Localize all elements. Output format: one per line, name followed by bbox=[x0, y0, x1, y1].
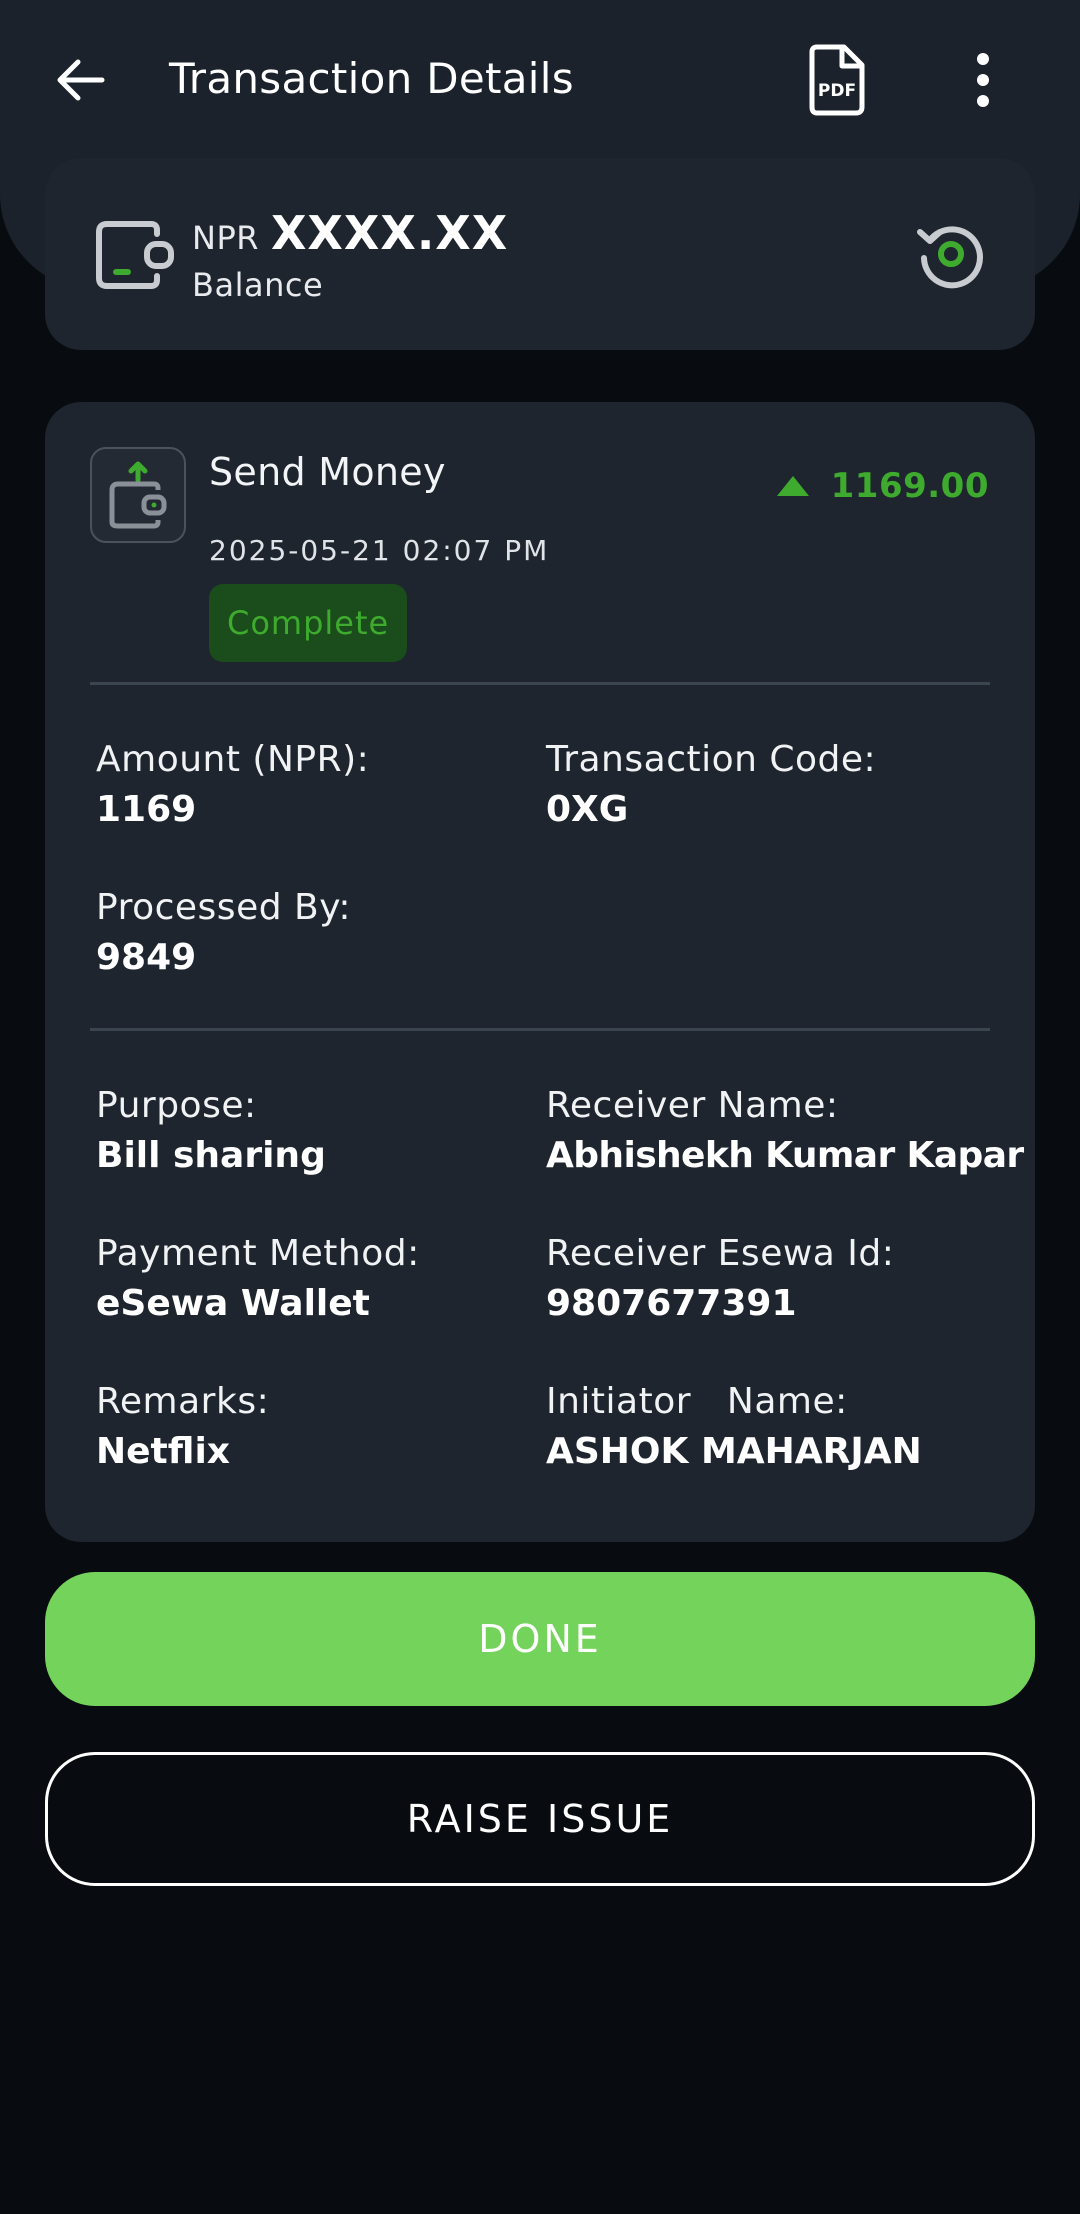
divider bbox=[90, 682, 990, 685]
redacted-block bbox=[628, 793, 769, 829]
field-label: Receiver Esewa Id: bbox=[546, 1233, 895, 1274]
field-value: 9849 bbox=[96, 933, 536, 983]
field-label: Transaction Code: bbox=[546, 739, 877, 780]
transaction-card: Send Money 2025-05-21 02:07 PM Complete … bbox=[45, 402, 1035, 1542]
field-value: 1169 bbox=[96, 789, 197, 830]
field-label: Receiver Name: bbox=[546, 1085, 839, 1126]
more-options-button[interactable] bbox=[955, 40, 1011, 120]
field-label: Remarks: bbox=[96, 1381, 270, 1422]
wallet-icon bbox=[96, 221, 174, 289]
arrow-left-icon bbox=[57, 59, 105, 101]
arrow-up-icon bbox=[776, 476, 809, 496]
transaction-amount-row: 1169.00 bbox=[775, 466, 989, 506]
page-title: Transaction Details bbox=[169, 54, 574, 103]
field-value: 0XG bbox=[546, 785, 986, 835]
field-value: ASHOK MAHARJAN bbox=[546, 1431, 922, 1472]
field-label: Initiator Name: bbox=[546, 1381, 848, 1422]
status-badge: Complete bbox=[209, 584, 408, 662]
refresh-balance-button[interactable] bbox=[910, 214, 990, 294]
field-purpose: Purpose: Bill sharing bbox=[96, 1081, 536, 1181]
field-label: Purpose: bbox=[96, 1085, 257, 1126]
wallet-send-icon bbox=[109, 461, 167, 529]
balance-line: NPR XXXX.XX bbox=[192, 206, 508, 260]
field-label: Amount (NPR): bbox=[96, 739, 370, 780]
transaction-date: 2025-05-21 02:07 PM bbox=[209, 534, 550, 567]
more-vertical-icon bbox=[977, 53, 989, 107]
divider bbox=[90, 1028, 990, 1031]
field-payment-method: Payment Method: eSewa Wallet bbox=[96, 1229, 536, 1329]
field-amount: Amount (NPR): 1169 bbox=[96, 735, 536, 835]
transaction-details-screen: Transaction Details PDF NPR XXXX.XX Bala… bbox=[0, 0, 1080, 2214]
field-value: Abhishekh Kumar Kapar bbox=[546, 1135, 1024, 1176]
balance-label: Balance bbox=[192, 266, 324, 304]
field-label: Payment Method: bbox=[96, 1233, 420, 1274]
field-value: Netflix bbox=[96, 1431, 230, 1472]
redacted-block bbox=[196, 941, 337, 977]
field-value-text: 0XG bbox=[546, 789, 629, 830]
field-value: eSewa Wallet bbox=[96, 1283, 370, 1324]
field-transaction-code: Transaction Code: 0XG bbox=[546, 735, 986, 835]
transaction-amount: 1169.00 bbox=[830, 466, 989, 506]
field-remarks: Remarks: Netflix bbox=[96, 1377, 536, 1477]
raise-issue-button[interactable]: RAISE ISSUE bbox=[45, 1752, 1035, 1886]
app-bar: Transaction Details PDF bbox=[0, 0, 1080, 160]
field-receiver-esewa-id: Receiver Esewa Id: 9807677391 bbox=[546, 1229, 986, 1329]
refresh-icon bbox=[917, 226, 983, 289]
send-money-icon-box bbox=[90, 447, 186, 543]
pdf-download-button[interactable]: PDF bbox=[800, 40, 872, 120]
balance-currency: NPR bbox=[192, 219, 259, 257]
done-button[interactable]: DONE bbox=[45, 1572, 1035, 1706]
field-initiator-name: Initiator Name: ASHOK MAHARJAN bbox=[546, 1377, 986, 1477]
back-button[interactable] bbox=[40, 40, 120, 120]
pdf-file-icon: PDF bbox=[809, 44, 865, 116]
field-value-text: 9849 bbox=[96, 937, 197, 978]
field-receiver-name: Receiver Name: Abhishekh Kumar Kapar bbox=[546, 1081, 1024, 1181]
pdf-icon-text: PDF bbox=[818, 81, 856, 101]
balance-amount[interactable]: XXXX.XX bbox=[271, 206, 508, 260]
field-label: Processed By: bbox=[96, 887, 352, 928]
balance-card: NPR XXXX.XX Balance bbox=[45, 158, 1035, 350]
field-value: 9807677391 bbox=[546, 1283, 797, 1324]
field-value: Bill sharing bbox=[96, 1135, 326, 1176]
transaction-type: Send Money bbox=[209, 450, 446, 494]
field-processed-by: Processed By: 9849 bbox=[96, 883, 536, 983]
